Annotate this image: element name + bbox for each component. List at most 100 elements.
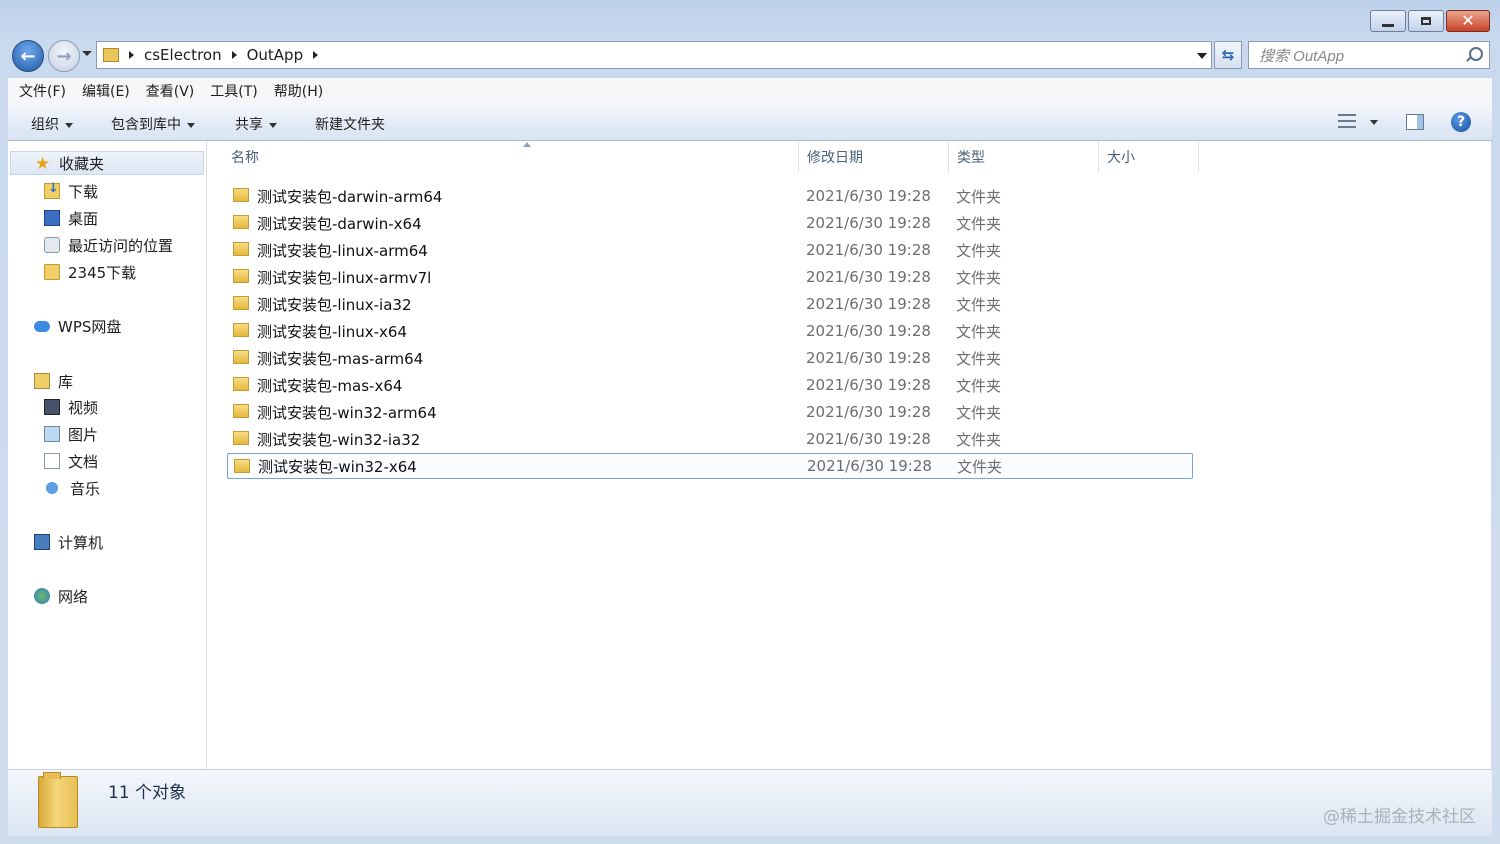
file-type: 文件夹 (956, 268, 1002, 287)
column-header-type[interactable]: 类型 (949, 141, 1099, 173)
menu-edit[interactable]: 编辑(E) (82, 81, 130, 101)
back-arrow-icon: ← (20, 45, 36, 67)
chevron-down-icon (65, 122, 73, 128)
menu-view[interactable]: 查看(V) (146, 81, 195, 101)
chevron-right-icon[interactable] (313, 51, 319, 59)
documents-icon (44, 453, 60, 469)
sidebar-item-videos[interactable]: 视频 (44, 395, 98, 419)
file-row[interactable]: 测试安装包-mas-arm64 2021/6/30 19:28 文件夹 (227, 345, 1193, 371)
chevron-down-icon[interactable] (1370, 120, 1378, 125)
search-box[interactable] (1248, 41, 1490, 69)
address-dropdown-icon[interactable] (1197, 53, 1207, 59)
file-row[interactable]: 测试安装包-linux-x64 2021/6/30 19:28 文件夹 (227, 318, 1193, 344)
column-header-modified[interactable]: 修改日期 (799, 141, 949, 173)
refresh-button[interactable]: ⇆ (1214, 41, 1242, 69)
file-row[interactable]: 测试安装包-win32-arm64 2021/6/30 19:28 文件夹 (227, 399, 1193, 425)
chevron-right-icon[interactable] (129, 51, 134, 59)
folder-icon (38, 772, 78, 828)
back-button[interactable]: ← (12, 40, 44, 72)
file-modified: 2021/6/30 19:28 (807, 457, 932, 475)
breadcrumb-item[interactable]: csElectron (144, 46, 222, 64)
sidebar-item-downloads[interactable]: 下载 (44, 179, 98, 203)
menu-help[interactable]: 帮助(H) (274, 81, 323, 101)
breadcrumb-item[interactable]: OutApp (247, 46, 304, 64)
folder-icon (233, 296, 249, 310)
forward-button[interactable]: → (48, 40, 80, 72)
file-row[interactable]: 测试安装包-linux-arm64 2021/6/30 19:28 文件夹 (227, 237, 1193, 263)
new-folder-button[interactable]: 新建文件夹 (315, 114, 385, 134)
address-bar[interactable]: csElectron OutApp (96, 41, 1212, 69)
preview-pane-icon[interactable] (1406, 114, 1424, 130)
folder-icon (233, 431, 249, 445)
organize-label: 组织 (31, 117, 59, 133)
menu-bar: 文件(F) 编辑(E) 查看(V) 工具(T) 帮助(H) (8, 78, 1492, 105)
view-options-icon[interactable] (1338, 114, 1356, 128)
file-row[interactable]: 测试安装包-darwin-arm64 2021/6/30 19:28 文件夹 (227, 183, 1193, 209)
file-row[interactable]: 测试安装包-linux-armv7l 2021/6/30 19:28 文件夹 (227, 264, 1193, 290)
folder-icon (233, 350, 249, 364)
minimize-button[interactable] (1370, 10, 1406, 32)
sidebar-item-pictures[interactable]: 图片 (44, 422, 98, 446)
sidebar-item-network[interactable]: 网络 (34, 584, 88, 608)
sidebar-item-documents[interactable]: 文档 (44, 449, 98, 473)
close-button[interactable]: ✕ (1446, 10, 1490, 32)
file-list: 名称 修改日期 类型 大小 测试安装包-darwin-arm64 2021/6/3… (207, 141, 1491, 769)
sidebar-item-library[interactable]: 库 (34, 369, 73, 393)
file-row[interactable]: 测试安装包-mas-x64 2021/6/30 19:28 文件夹 (227, 372, 1193, 398)
search-icon[interactable] (1469, 47, 1483, 61)
maximize-button[interactable] (1408, 10, 1444, 32)
file-modified: 2021/6/30 19:28 (806, 187, 931, 205)
file-name: 测试安装包-linux-ia32 (257, 295, 412, 314)
file-name: 测试安装包-win32-arm64 (257, 403, 437, 422)
library-icon (34, 373, 50, 389)
recent-places-icon (44, 237, 60, 253)
menu-file[interactable]: 文件(F) (19, 81, 66, 101)
share-button[interactable]: 共享 (235, 114, 277, 134)
search-input[interactable] (1257, 43, 1461, 69)
file-name: 测试安装包-win32-x64 (258, 457, 417, 476)
forward-arrow-icon: → (56, 45, 72, 67)
file-type: 文件夹 (956, 295, 1002, 314)
sidebar-item-label: 文档 (68, 452, 99, 471)
chevron-right-icon[interactable] (231, 51, 237, 59)
file-row[interactable]: 测试安装包-darwin-x64 2021/6/30 19:28 文件夹 (227, 210, 1193, 236)
sidebar-item-label: 最近访问的位置 (68, 236, 174, 255)
folder-icon (233, 404, 249, 418)
include-library-button[interactable]: 包含到库中 (111, 114, 195, 134)
recent-pages-dropdown[interactable] (82, 51, 92, 56)
file-row[interactable]: 测试安装包-win32-ia32 2021/6/30 19:28 文件夹 (227, 426, 1193, 452)
downloads-folder-icon (44, 181, 60, 199)
maximize-icon (1421, 17, 1431, 25)
file-row[interactable]: 测试安装包-win32-x64 2021/6/30 19:28 文件夹 (227, 453, 1193, 479)
folder-icon (233, 215, 249, 229)
sort-ascending-icon (523, 142, 531, 147)
sidebar-item-desktop[interactable]: 桌面 (44, 206, 98, 230)
sidebar-item-wps-drive[interactable]: WPS网盘 (34, 314, 121, 338)
file-type: 文件夹 (956, 430, 1002, 449)
file-type: 文件夹 (956, 187, 1002, 206)
sidebar-item-recent[interactable]: 最近访问的位置 (44, 233, 173, 257)
sidebar-item-2345-downloads[interactable]: 2345下载 (44, 260, 136, 284)
desktop-icon (44, 210, 60, 226)
column-header-size[interactable]: 大小 (1099, 141, 1199, 173)
file-modified: 2021/6/30 19:28 (806, 268, 931, 286)
column-header-name[interactable]: 名称 (223, 141, 799, 173)
help-icon[interactable]: ? (1451, 112, 1471, 132)
organize-button[interactable]: 组织 (31, 114, 73, 134)
new-folder-label: 新建文件夹 (315, 117, 385, 133)
file-modified: 2021/6/30 19:28 (806, 349, 931, 367)
sidebar-item-favorites[interactable]: ★ 收藏夹 (10, 151, 204, 175)
file-type: 文件夹 (956, 214, 1002, 233)
column-header-label: 名称 (231, 150, 259, 166)
folder-icon (233, 377, 249, 391)
file-modified: 2021/6/30 19:28 (806, 295, 931, 313)
file-row[interactable]: 测试安装包-linux-ia32 2021/6/30 19:28 文件夹 (227, 291, 1193, 317)
sidebar-item-music[interactable]: 音乐 (46, 476, 100, 500)
video-icon (44, 399, 60, 415)
file-type: 文件夹 (956, 241, 1002, 260)
column-header-label: 修改日期 (807, 150, 863, 166)
menu-tools[interactable]: 工具(T) (210, 81, 257, 101)
file-name: 测试安装包-win32-ia32 (257, 430, 421, 449)
sidebar-item-computer[interactable]: 计算机 (34, 530, 103, 554)
star-icon: ★ (35, 154, 51, 174)
